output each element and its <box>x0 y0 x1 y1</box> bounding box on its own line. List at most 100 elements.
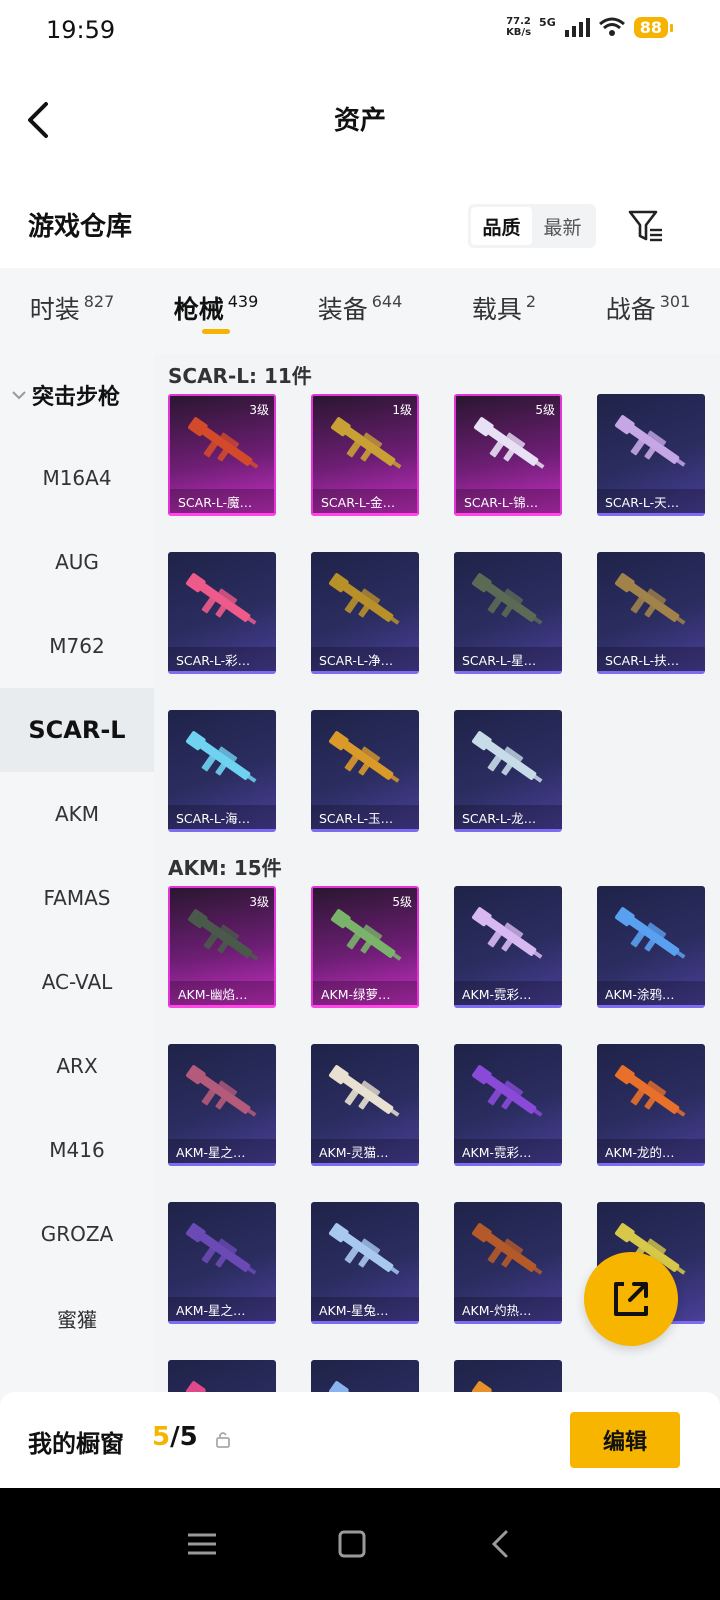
tab-firearms[interactable]: 枪械 439 <box>144 268 288 354</box>
weapon-image <box>472 1065 543 1117</box>
item-card[interactable]: SCAR-L-净… <box>311 552 419 674</box>
showcase-total: /5 <box>170 1422 198 1452</box>
item-card[interactable]: AKM-灼热… <box>454 1202 562 1324</box>
weapon-image <box>331 417 402 469</box>
item-card[interactable]: 5级 SCAR-L-锦… <box>454 394 562 516</box>
weapon-image <box>329 1223 400 1275</box>
status-time: 19:59 <box>46 16 116 44</box>
item-name: AKM-绿萝… <box>313 981 417 1005</box>
item-level: 1级 <box>392 403 412 417</box>
showcase-current: 5 <box>152 1422 171 1452</box>
item-name: SCAR-L-玉… <box>311 805 419 829</box>
filter-icon <box>628 210 662 242</box>
system-nav-bar <box>0 1488 720 1600</box>
item-card[interactable]: SCAR-L-玉… <box>311 710 419 832</box>
item-name: SCAR-L-彩… <box>168 647 276 671</box>
item-card[interactable]: AKM-霓彩… <box>454 886 562 1008</box>
weapon-image <box>331 909 402 961</box>
menu-icon[interactable] <box>184 1526 220 1562</box>
item-name: SCAR-L-净… <box>311 647 419 671</box>
share-fab-button[interactable] <box>584 1252 678 1346</box>
item-card[interactable]: SCAR-L-天… <box>597 394 705 516</box>
weapon-image <box>186 573 257 625</box>
item-name: AKM-霓彩… <box>454 1139 562 1163</box>
sidebar-item[interactable]: M416 <box>0 1108 154 1192</box>
weapon-image <box>615 573 686 625</box>
home-icon[interactable] <box>334 1526 370 1562</box>
item-card[interactable]: AKM-涂鸦… <box>597 886 705 1008</box>
sidebar-item[interactable]: AUG <box>0 520 154 604</box>
weapon-image <box>329 731 400 783</box>
tab-label: 时装 <box>29 295 80 324</box>
sidebar-item[interactable]: M16A4 <box>0 436 154 520</box>
weapon-image <box>186 1065 257 1117</box>
item-card[interactable]: AKM-灵猫… <box>311 1044 419 1166</box>
item-card[interactable]: AKM-星之… <box>168 1202 276 1324</box>
item-grid: 3级 SCAR-L-魔… 1级 SCAR-L-金… 5级 SCAR-L-锦… SCAR-L-… <box>154 394 720 846</box>
status-indicators: 77.2 KB/s 5G 88 <box>506 16 674 38</box>
filter-button[interactable] <box>626 206 666 246</box>
wifi-icon <box>598 17 625 36</box>
sidebar-item[interactable]: GROZA <box>0 1192 154 1276</box>
lock-icon <box>216 1432 230 1448</box>
weapon-image <box>472 731 543 783</box>
sidebar-item[interactable]: M762 <box>0 604 154 688</box>
category-tabs: 时装 827 枪械 439 装备 644 载具 2 战备 301 <box>0 268 720 354</box>
item-name: SCAR-L-海… <box>168 805 276 829</box>
item-card[interactable]: 3级 AKM-幽焰… <box>168 886 276 1008</box>
item-card[interactable]: 3级 SCAR-L-魔… <box>168 394 276 516</box>
item-card[interactable]: AKM-龙的… <box>597 1044 705 1166</box>
item-card[interactable]: SCAR-L-扶… <box>597 552 705 674</box>
tab-supplies[interactable]: 战备 301 <box>576 268 720 354</box>
item-name: SCAR-L-天… <box>597 489 705 513</box>
item-card[interactable]: SCAR-L-龙… <box>454 710 562 832</box>
item-name: SCAR-L-魔… <box>170 489 274 513</box>
item-card[interactable]: AKM-星兔… <box>311 1202 419 1324</box>
item-card[interactable]: SCAR-L-海… <box>168 710 276 832</box>
sidebar-items: M16A4 AUG M762 SCAR-L AKM FAMAS AC-VAL ARX M416 G… <box>0 436 154 1420</box>
sidebar-item[interactable]: 蜜獾 <box>0 1276 154 1360</box>
tab-vehicles[interactable]: 载具 2 <box>432 268 576 354</box>
section-title: AKM: 15件 <box>168 855 282 880</box>
item-card[interactable]: 1级 SCAR-L-金… <box>311 394 419 516</box>
weapon-image <box>472 1223 543 1275</box>
tab-equipment[interactable]: 装备 644 <box>288 268 432 354</box>
item-name: SCAR-L-金… <box>313 489 417 513</box>
page-title: 资产 <box>333 106 386 136</box>
warehouse-title: 游戏仓库 <box>28 212 133 242</box>
sidebar-item[interactable]: AC-VAL <box>0 940 154 1024</box>
showcase-count: 5/5 <box>152 1422 198 1452</box>
item-name: AKM-星兔… <box>311 1297 419 1321</box>
item-card[interactable]: SCAR-L-彩… <box>168 552 276 674</box>
item-level: 5级 <box>535 403 555 417</box>
back-nav-icon[interactable] <box>484 1526 520 1562</box>
weapon-image <box>186 1223 257 1275</box>
showcase-bar: 我的橱窗 5/5 编辑 <box>0 1392 720 1488</box>
weapon-sidebar: 突击步枪 M16A4 AUG M762 SCAR-L AKM FAMAS AC-VAL ARX… <box>0 354 154 1420</box>
sidebar-item[interactable]: FAMAS <box>0 856 154 940</box>
sort-quality-option[interactable]: 品质 <box>471 207 532 245</box>
item-card[interactable]: 5级 AKM-绿萝… <box>311 886 419 1008</box>
tab-count: 301 <box>659 292 691 311</box>
item-card[interactable]: AKM-星之… <box>168 1044 276 1166</box>
item-card[interactable]: SCAR-L-星… <box>454 552 562 674</box>
sidebar-group-assault-rifles[interactable]: 突击步枪 <box>0 354 154 436</box>
item-card[interactable]: AKM-霓彩… <box>454 1044 562 1166</box>
tab-label: 装备 <box>317 295 368 324</box>
weapon-image <box>188 909 259 961</box>
item-name: AKM-星之… <box>168 1297 276 1321</box>
sort-newest-option[interactable]: 最新 <box>532 207 593 245</box>
battery-indicator: 88 <box>633 16 674 38</box>
sidebar-item[interactable]: SCAR-L <box>0 688 154 772</box>
tab-fashion[interactable]: 时装 827 <box>0 268 144 354</box>
weapon-image <box>472 573 543 625</box>
sidebar-item[interactable]: ARX <box>0 1024 154 1108</box>
status-bar: 19:59 77.2 KB/s 5G 88 <box>0 0 720 64</box>
weapon-image <box>472 907 543 959</box>
sidebar-item[interactable]: AKM <box>0 772 154 856</box>
item-name: SCAR-L-锦… <box>456 489 560 513</box>
item-name: AKM-灼热… <box>454 1297 562 1321</box>
sort-toggle: 品质 最新 <box>468 204 596 248</box>
edit-button[interactable]: 编辑 <box>570 1412 680 1468</box>
item-name: AKM-幽焰… <box>170 981 274 1005</box>
